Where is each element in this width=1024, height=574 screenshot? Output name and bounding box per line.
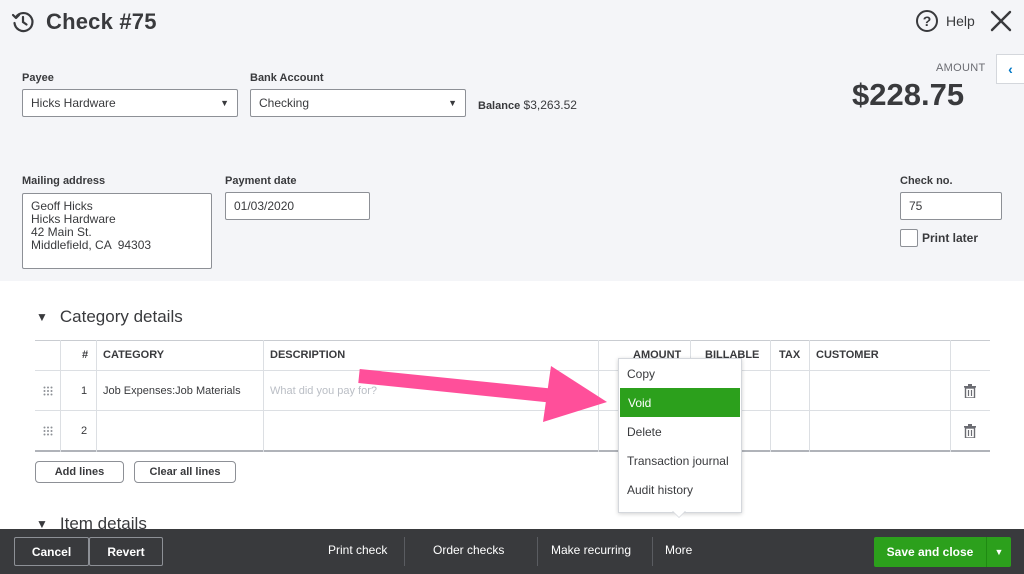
- recent-transactions-icon[interactable]: [10, 9, 36, 35]
- more-link[interactable]: More: [665, 543, 692, 557]
- print-check-link[interactable]: Print check: [328, 543, 387, 557]
- caret-down-icon: ▼: [220, 98, 229, 108]
- footer-separator: [404, 537, 405, 566]
- annotation-arrow: [358, 366, 607, 422]
- caret-down-icon: ▼: [36, 310, 48, 324]
- print-later-label: Print later: [922, 231, 979, 245]
- menu-item-void[interactable]: Void: [620, 388, 740, 417]
- add-lines-button[interactable]: Add lines: [35, 461, 124, 483]
- drag-handle-icon[interactable]: [43, 386, 53, 396]
- collapse-panel-tab[interactable]: ‹: [996, 54, 1024, 84]
- payment-date-input[interactable]: 01/03/2020: [225, 192, 370, 220]
- col-header-description: DESCRIPTION: [270, 349, 346, 361]
- col-divider: [809, 340, 810, 452]
- print-later-checkbox[interactable]: Print later: [900, 229, 978, 247]
- amount-value: $228.75: [852, 77, 965, 112]
- balance: Balance $3,263.52: [478, 98, 577, 112]
- balance-value: $3,263.52: [523, 98, 577, 112]
- category-details-title: Category details: [59, 307, 183, 326]
- close-icon[interactable]: [989, 9, 1013, 33]
- chevron-left-icon: ‹: [1008, 61, 1013, 77]
- table-border-top: [35, 340, 990, 341]
- amount-label: AMOUNT: [936, 62, 986, 74]
- clear-all-lines-button[interactable]: Clear all lines: [134, 461, 236, 483]
- order-checks-link[interactable]: Order checks: [433, 543, 504, 557]
- row-category[interactable]: Job Expenses:Job Materials: [103, 385, 241, 397]
- drag-handle-icon[interactable]: [43, 426, 53, 436]
- col-header-category: CATEGORY: [103, 349, 165, 361]
- col-divider: [263, 340, 264, 452]
- table-border-bottom: [35, 450, 990, 452]
- payee-select[interactable]: Hicks Hardware ▼: [22, 89, 238, 117]
- check-no-label: Check no.: [900, 175, 953, 187]
- checkbox-box[interactable]: [900, 229, 918, 247]
- col-header-number: #: [82, 349, 89, 361]
- payment-date-value: 01/03/2020: [234, 199, 295, 213]
- trash-icon[interactable]: [964, 384, 976, 398]
- footer-separator: [537, 537, 538, 566]
- bank-account-select[interactable]: Checking ▼: [250, 89, 466, 117]
- col-divider: [770, 340, 771, 452]
- cancel-button[interactable]: Cancel: [14, 537, 89, 566]
- mailing-address-label: Mailing address: [22, 175, 106, 187]
- col-divider: [60, 340, 61, 452]
- page-title: Check #75: [46, 9, 157, 34]
- footer-bar: Cancel Revert Print check Order checks M…: [0, 529, 1024, 574]
- payee-label: Payee: [22, 72, 54, 84]
- bank-account-value: Checking: [259, 96, 310, 110]
- payment-date-label: Payment date: [225, 175, 297, 187]
- col-divider: [950, 340, 951, 452]
- menu-item-transaction-journal[interactable]: Transaction journal: [619, 446, 741, 475]
- menu-item-copy[interactable]: Copy: [619, 359, 741, 388]
- col-header-customer: CUSTOMER: [816, 349, 879, 361]
- caret-down-icon: ▼: [448, 98, 457, 108]
- trash-icon[interactable]: [964, 424, 976, 438]
- make-recurring-link[interactable]: Make recurring: [551, 543, 631, 557]
- title-row: Check #75: [10, 8, 157, 36]
- balance-label: Balance: [478, 100, 521, 112]
- col-divider: [96, 340, 97, 452]
- save-and-close-label: Save and close: [886, 545, 974, 559]
- menu-pointer: [672, 510, 686, 517]
- more-menu: Copy Void Delete Transaction journal Aud…: [618, 358, 742, 513]
- category-details-header[interactable]: ▼ Category details: [36, 307, 183, 327]
- footer-separator: [652, 537, 653, 566]
- revert-button[interactable]: Revert: [89, 537, 163, 566]
- question-icon: ?: [916, 10, 938, 32]
- help-label: Help: [946, 13, 975, 29]
- bank-account-label: Bank Account: [250, 72, 324, 84]
- row-number: 1: [81, 385, 88, 397]
- address-line: Middlefield, CA 94303: [31, 238, 152, 252]
- menu-item-delete[interactable]: Delete: [619, 417, 741, 446]
- caret-down-icon[interactable]: ▼: [987, 547, 1011, 557]
- check-no-input[interactable]: 75: [900, 192, 1002, 220]
- menu-item-audit-history[interactable]: Audit history: [619, 475, 741, 504]
- mailing-address-field[interactable]: Geoff Hicks Hicks Hardware 42 Main St. M…: [22, 193, 212, 269]
- row-number: 2: [81, 425, 88, 437]
- save-and-close-button[interactable]: Save and close ▼: [874, 537, 1011, 567]
- payee-value: Hicks Hardware: [31, 96, 116, 110]
- col-header-tax: TAX: [779, 349, 801, 361]
- check-no-value: 75: [909, 199, 923, 213]
- help-button[interactable]: ? Help: [916, 10, 975, 32]
